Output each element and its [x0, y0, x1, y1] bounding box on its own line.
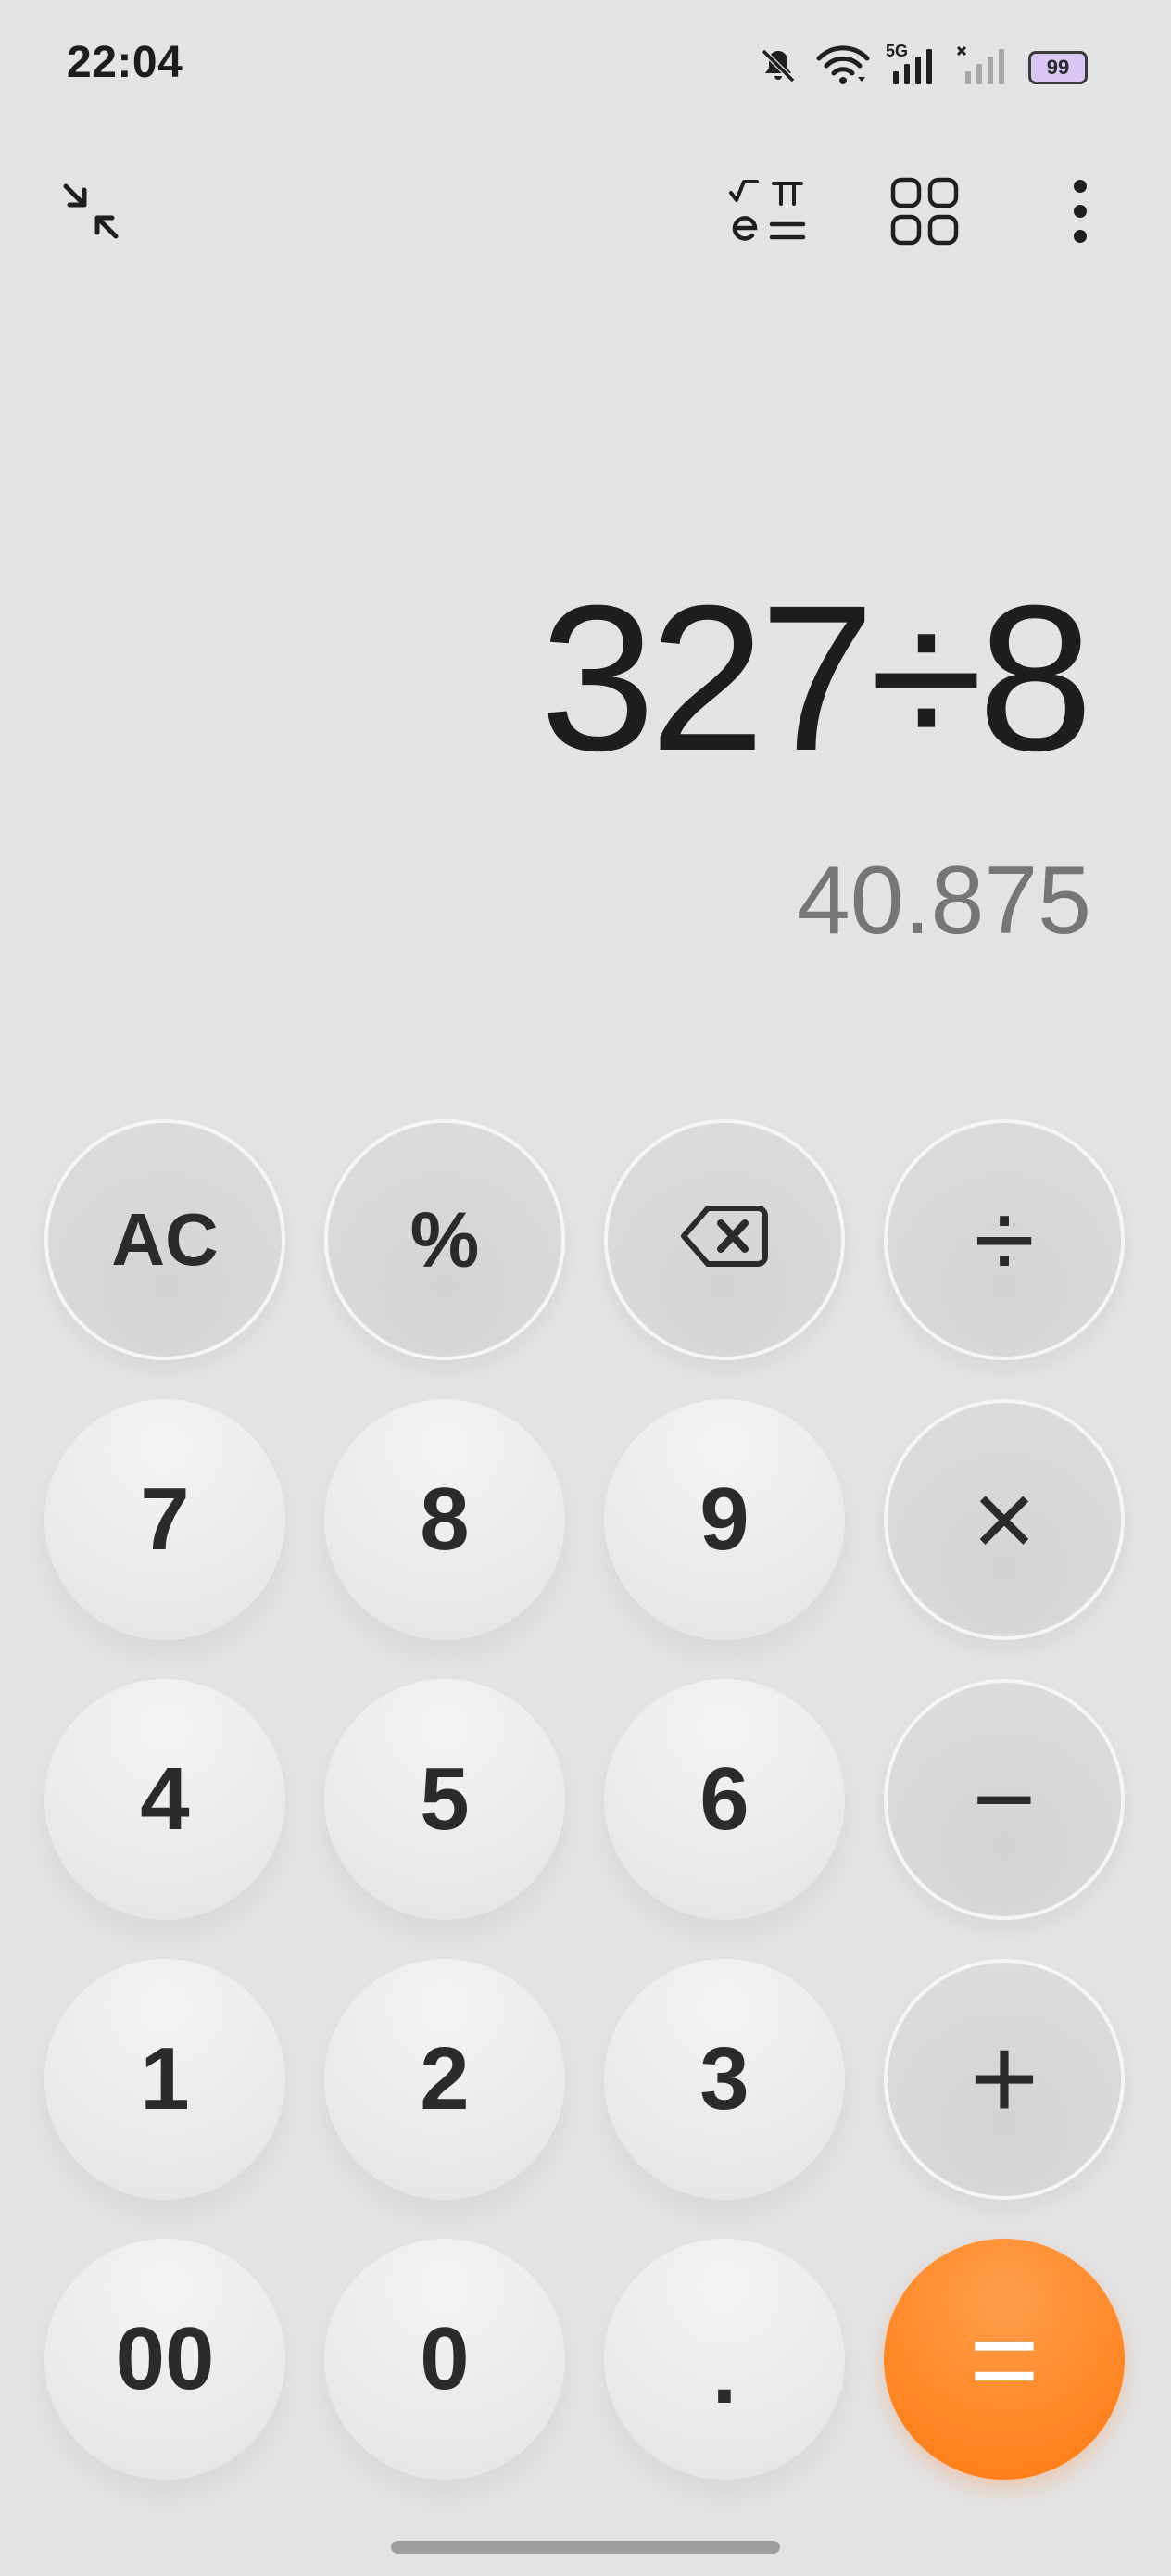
digit-6-button[interactable]: 6 [604, 1679, 845, 1920]
mute-icon [758, 45, 799, 91]
digit-1-label: 1 [140, 2029, 190, 2128]
digit-5-button[interactable]: 5 [324, 1679, 565, 1920]
decimal-point-label: . [711, 2323, 737, 2422]
signal-5g-icon: 5G [886, 41, 939, 91]
multiply-label: × [972, 1458, 1037, 1581]
backspace-icon [680, 1189, 769, 1291]
clear-label: AC [111, 1198, 219, 1281]
scientific-button[interactable] [723, 167, 815, 259]
minus-button[interactable]: − [884, 1679, 1125, 1920]
backspace-button[interactable] [604, 1119, 845, 1360]
digit-6-label: 6 [699, 1749, 749, 1849]
battery-level: 99 [1046, 56, 1070, 79]
status-icons: 5G 99 [741, 35, 1088, 100]
plus-button[interactable]: + [884, 1959, 1125, 2200]
divide-button[interactable]: ÷ [884, 1119, 1125, 1360]
digit-8-label: 8 [420, 1470, 470, 1569]
percent-label: % [409, 1196, 480, 1283]
signal-nosim-icon [956, 45, 1008, 91]
scientific-icon [727, 174, 811, 253]
double-zero-label: 00 [115, 2309, 215, 2408]
digit-3-button[interactable]: 3 [604, 1959, 845, 2200]
decimal-point-button[interactable]: . [604, 2239, 845, 2480]
more-icon [1071, 179, 1089, 248]
status-time: 22:04 [67, 38, 183, 87]
digit-5-label: 5 [420, 1749, 470, 1849]
digit-3-label: 3 [699, 2029, 749, 2128]
equals-button[interactable]: = [884, 2239, 1125, 2480]
minus-label: − [972, 1738, 1037, 1861]
digit-1-button[interactable]: 1 [44, 1959, 285, 2200]
network-label: 5G [886, 41, 909, 60]
digit-2-label: 2 [420, 2029, 470, 2128]
double-zero-button[interactable]: 00 [44, 2239, 285, 2480]
collapse-button[interactable] [44, 167, 137, 259]
digit-0-button[interactable]: 0 [324, 2239, 565, 2480]
digit-8-button[interactable]: 8 [324, 1399, 565, 1640]
collapse-icon [58, 179, 123, 248]
digit-2-button[interactable]: 2 [324, 1959, 565, 2200]
equals-label: = [969, 2292, 1039, 2427]
clear-button[interactable]: AC [44, 1119, 285, 1360]
battery-icon: 99 [1028, 51, 1088, 84]
result-display: 40.875 [796, 847, 1091, 954]
digit-7-label: 7 [140, 1470, 190, 1569]
digit-0-label: 0 [420, 2309, 470, 2408]
percent-button[interactable]: % [324, 1119, 565, 1360]
digit-9-button[interactable]: 9 [604, 1399, 845, 1640]
grid-icon [889, 176, 960, 251]
status-bar: 22:04 5G 99 [0, 0, 1171, 139]
digit-7-button[interactable]: 7 [44, 1399, 285, 1640]
expression-display: 327÷8 [539, 562, 1093, 794]
toolbar [0, 167, 1171, 259]
divide-label: ÷ [974, 1178, 1035, 1302]
digit-9-label: 9 [699, 1470, 749, 1569]
wifi-icon [815, 44, 871, 91]
multiply-button[interactable]: × [884, 1399, 1125, 1640]
digit-4-button[interactable]: 4 [44, 1679, 285, 1920]
mode-grid-button[interactable] [878, 167, 971, 259]
home-indicator[interactable] [391, 2541, 780, 2554]
plus-label: + [969, 2013, 1039, 2145]
digit-4-label: 4 [140, 1749, 190, 1849]
more-options-button[interactable] [1034, 167, 1127, 259]
